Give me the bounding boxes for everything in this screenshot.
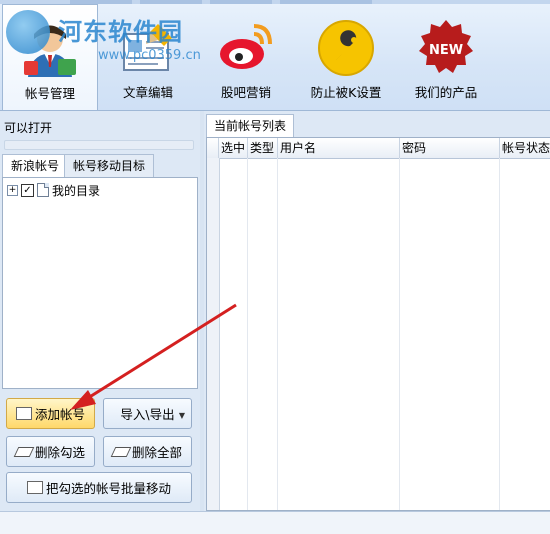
eraser-icon [13, 446, 35, 457]
column-header-type[interactable]: 类型 [248, 138, 278, 158]
guba-marketing-button[interactable]: 股吧营销 [198, 4, 294, 108]
can-open-label: 可以打开 [4, 121, 53, 135]
tab-sina-accounts[interactable]: 新浪帐号 [2, 154, 69, 178]
directory-tree[interactable]: + ✓ 我的目录 [2, 177, 198, 389]
new-badge-text: NEW [429, 43, 463, 58]
tree-checkbox[interactable]: ✓ [21, 183, 34, 197]
our-products-button[interactable]: NEW 我们的产品 [398, 4, 494, 108]
row-header-corner [207, 138, 219, 158]
article-edit-label: 文章编辑 [122, 85, 173, 100]
new-badge-icon: NEW [419, 20, 473, 73]
tab-move-target[interactable]: 帐号移动目标 [64, 154, 155, 177]
watermark-logo-icon [6, 10, 50, 54]
watermark-url: www.pc0359.cn [98, 48, 201, 63]
guba-marketing-label: 股吧营销 [220, 85, 271, 100]
grid-column-line [499, 158, 500, 510]
delete-all-label: 删除全部 [131, 445, 182, 460]
add-account-label: 添加帐号 [34, 407, 85, 422]
delete-all-button[interactable]: 删除全部 [103, 436, 192, 467]
account-grid[interactable]: 选中 类型 用户名 密码 帐号状态 [206, 137, 550, 511]
status-bar [0, 511, 550, 534]
batch-move-button[interactable]: 把勾选的帐号批量移动 [6, 472, 192, 503]
grid-column-line [277, 158, 278, 510]
expand-icon[interactable]: + [7, 184, 18, 196]
document-icon [37, 183, 49, 197]
column-header-password[interactable]: 密码 [400, 138, 500, 158]
wrench-icon [318, 20, 374, 76]
column-header-status[interactable]: 帐号状态 [500, 138, 550, 158]
grid-header: 选中 类型 用户名 密码 帐号状态 [207, 138, 550, 159]
row-header-column [207, 158, 220, 510]
anti-k-settings-button[interactable]: 防止被K设置 [298, 4, 394, 108]
chevron-down-icon: ▼ [178, 411, 185, 420]
progress-bar [4, 140, 194, 150]
batch-move-label: 把勾选的帐号批量移动 [45, 481, 171, 496]
batch-move-icon [26, 481, 43, 494]
delete-checked-label: 删除勾选 [34, 445, 85, 460]
tree-node-label: 我的目录 [52, 183, 101, 198]
column-header-select[interactable]: 选中 [219, 138, 248, 158]
add-account-icon [15, 407, 32, 420]
import-export-label: 导入\导出 [120, 407, 175, 422]
tab-current-accounts[interactable]: 当前帐号列表 [206, 114, 295, 137]
add-account-button[interactable]: 添加帐号 [6, 398, 95, 429]
column-header-username[interactable]: 用户名 [278, 138, 400, 158]
account-manage-label: 帐号管理 [24, 86, 75, 101]
our-products-label: 我们的产品 [414, 85, 478, 100]
tree-node-my-directory[interactable]: + ✓ 我的目录 [7, 182, 100, 198]
anti-k-settings-label: 防止被K设置 [310, 85, 382, 100]
grid-column-line [247, 158, 248, 510]
eraser-icon [110, 446, 132, 457]
delete-checked-button[interactable]: 删除勾选 [6, 436, 95, 467]
grid-column-line [399, 158, 400, 510]
weibo-icon [220, 24, 272, 69]
watermark-site-name: 河东软件园 [58, 18, 183, 46]
import-export-button[interactable]: 导入\导出 ▼ [103, 398, 192, 429]
